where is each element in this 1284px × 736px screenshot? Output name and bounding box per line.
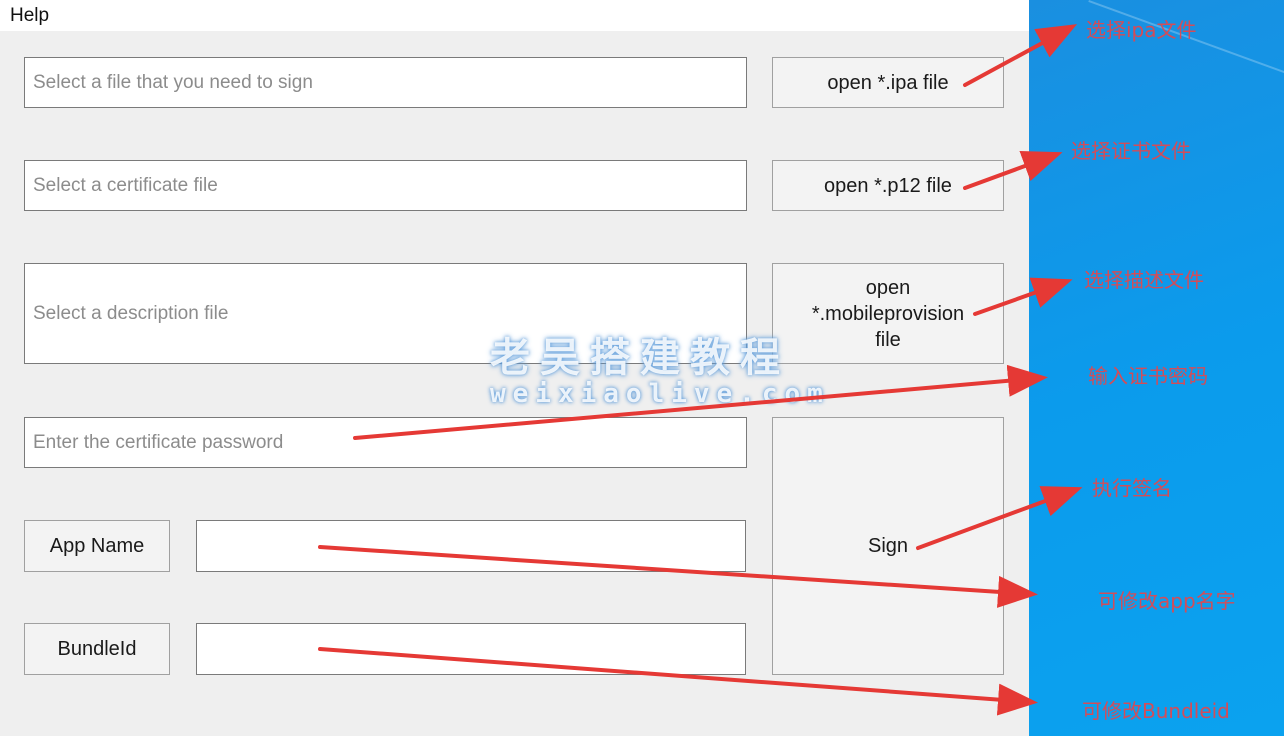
app-name-button-label: App Name — [49, 535, 145, 557]
bundle-id-button[interactable]: BundleId — [24, 623, 170, 675]
ipa-file-placeholder: Select a file that you need to sign — [33, 71, 313, 93]
bundle-id-button-label: BundleId — [57, 638, 137, 660]
menu-bar: Help — [0, 0, 1029, 31]
open-p12-button-label: open *.p12 file — [824, 174, 952, 197]
annotation-enter-password: 输入证书密码 — [1088, 364, 1208, 388]
open-p12-button[interactable]: open *.p12 file — [772, 160, 1004, 211]
ipa-file-input[interactable]: Select a file that you need to sign — [24, 57, 747, 108]
app-name-button[interactable]: App Name — [24, 520, 170, 572]
certificate-password-input[interactable]: Enter the certificate password — [24, 417, 747, 468]
annotation-select-ipa: 选择ipa文件 — [1086, 18, 1197, 42]
bundle-id-input[interactable] — [196, 623, 746, 675]
open-mobileprovision-label-line1: open — [865, 276, 911, 299]
sign-button[interactable]: Sign — [772, 417, 1004, 675]
open-mobileprovision-label-line3: file — [875, 328, 901, 351]
open-ipa-button-label: open *.ipa file — [827, 71, 949, 94]
menu-item-help[interactable]: Help — [10, 5, 49, 27]
annotation-select-description: 选择描述文件 — [1084, 268, 1204, 292]
annotation-select-certificate: 选择证书文件 — [1071, 139, 1191, 163]
annotation-modify-app-name: 可修改app名字 — [1098, 589, 1236, 613]
open-ipa-button[interactable]: open *.ipa file — [772, 57, 1004, 108]
description-file-placeholder: Select a description file — [33, 302, 229, 324]
description-file-input[interactable]: Select a description file — [24, 263, 747, 364]
annotation-modify-bundle-id: 可修改Bundleid — [1082, 699, 1230, 723]
certificate-file-placeholder: Select a certificate file — [33, 174, 218, 196]
annotation-execute-sign: 执行签名 — [1092, 476, 1172, 500]
open-mobileprovision-button[interactable]: open *.mobileprovision file — [772, 263, 1004, 364]
certificate-password-placeholder: Enter the certificate password — [33, 431, 284, 453]
open-mobileprovision-label-line2: *.mobileprovision — [811, 302, 965, 325]
app-name-input[interactable] — [196, 520, 746, 572]
sign-button-label: Sign — [867, 535, 909, 557]
app-window: Help Select a file that you need to sign… — [0, 0, 1029, 736]
certificate-file-input[interactable]: Select a certificate file — [24, 160, 747, 211]
